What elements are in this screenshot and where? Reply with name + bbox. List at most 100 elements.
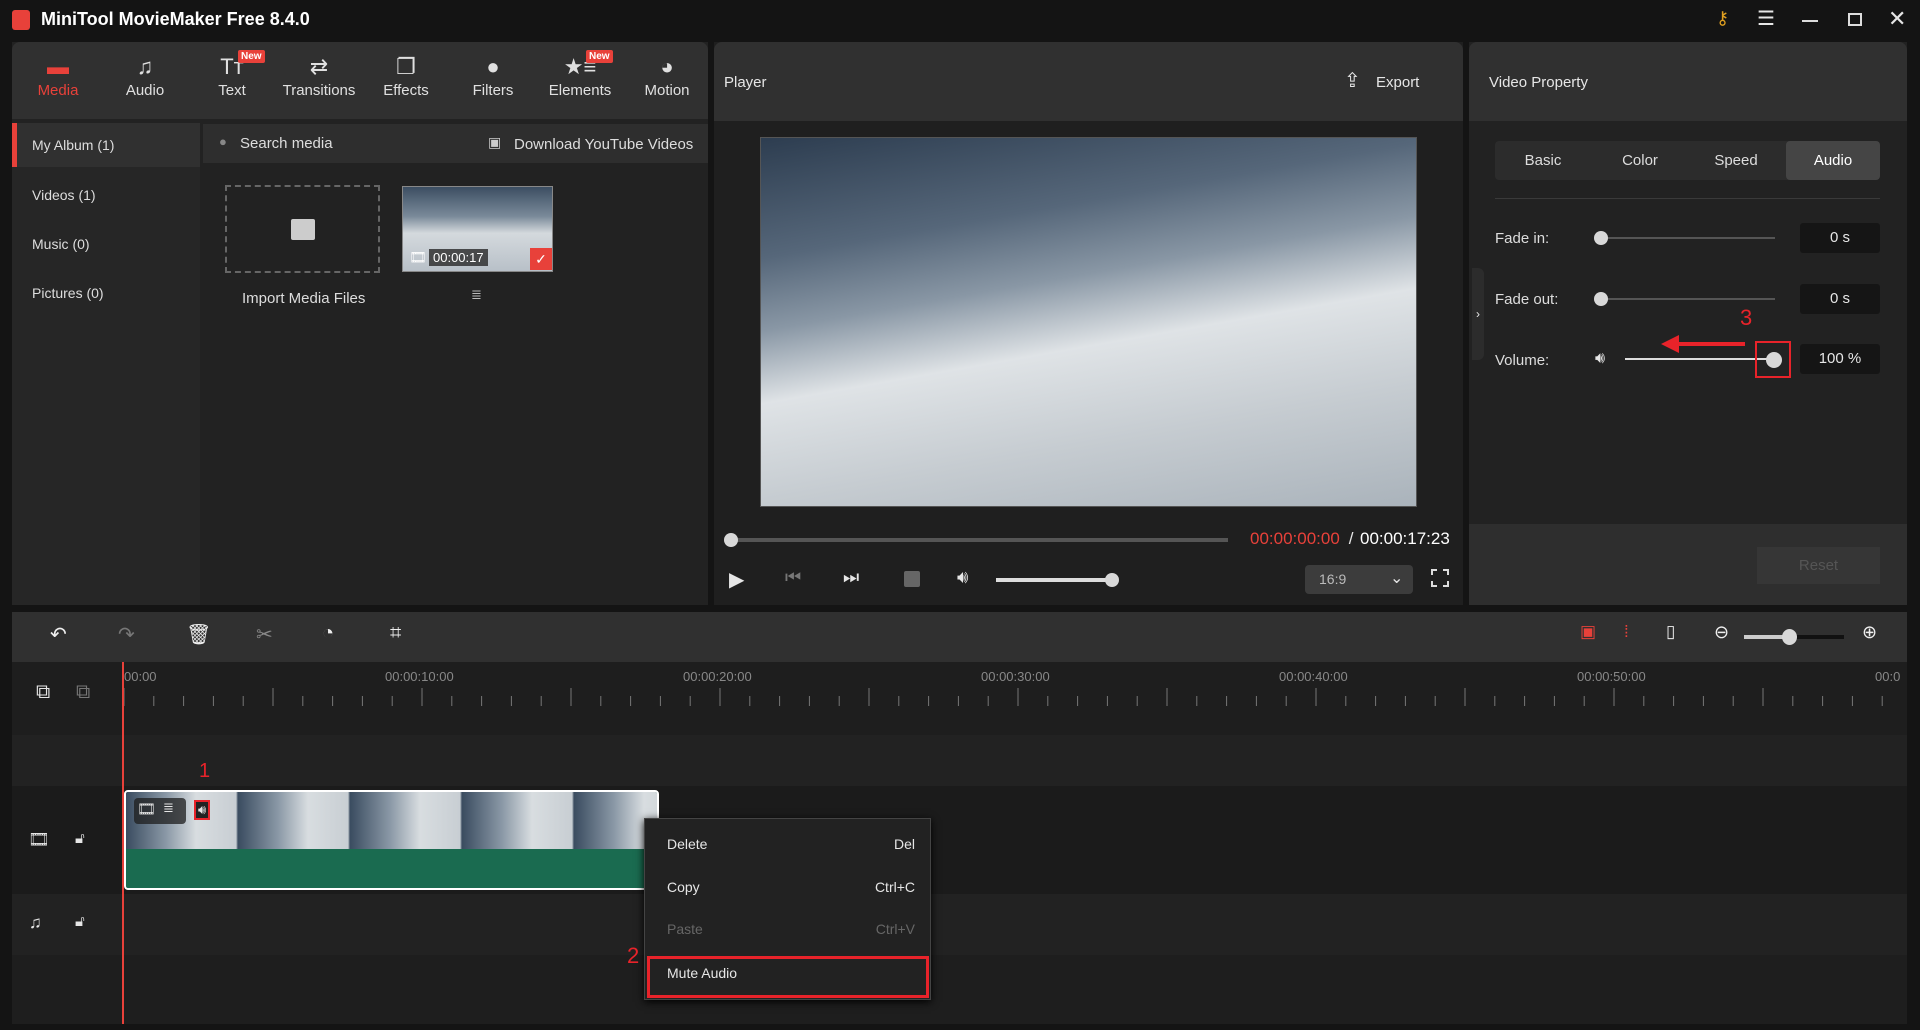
clip-film-icon: 🎞 (137, 801, 157, 818)
sidebar-item-music[interactable]: Music (0) (12, 222, 200, 266)
fade-out-knob[interactable] (1594, 292, 1608, 306)
undo-icon[interactable]: ↶ (50, 622, 67, 647)
volume-value[interactable]: 100 % (1800, 344, 1880, 374)
tab-label: Text (218, 82, 246, 99)
tab-effects[interactable]: ❐ Effects (366, 52, 446, 99)
next-frame-button[interactable]: ⏭ (843, 567, 859, 588)
tab-color[interactable]: Color (1592, 141, 1688, 180)
reset-button[interactable]: Reset (1757, 547, 1880, 584)
volume-label: Volume: (1495, 352, 1550, 369)
sidebar-item-pictures[interactable]: Pictures (0) (12, 271, 200, 315)
annotation-step-3: 3 (1740, 305, 1753, 330)
fade-out-value[interactable]: 0 s (1800, 284, 1880, 314)
app-logo-icon (12, 10, 30, 30)
timeline-zoom-knob[interactable] (1782, 629, 1797, 645)
menu-label: Delete (667, 836, 708, 852)
audio-track (12, 894, 1907, 955)
ruler-label: 00:0 (1875, 669, 1901, 684)
layers-icon: ❐ (396, 54, 416, 79)
youtube-download-icon[interactable]: ▣ (488, 134, 501, 151)
audio-track-lock-icon[interactable]: 🔓︎ (75, 913, 85, 930)
tab-media[interactable]: ▬ Media (18, 52, 98, 99)
snap-icon[interactable]: ▣ (1580, 622, 1596, 642)
redo-icon[interactable]: ↷ (118, 622, 135, 647)
stop-button[interactable] (904, 571, 920, 587)
split-marker-icon[interactable]: ⁞ (1624, 622, 1629, 642)
menu-item-copy[interactable]: Copy Ctrl+C (667, 879, 915, 895)
swap-arrows-icon: ⇄ (309, 54, 329, 79)
new-badge: New (586, 50, 613, 63)
tab-transitions[interactable]: ⇄ Transitions (279, 52, 359, 99)
add-track-icon[interactable]: ⧉ (36, 681, 50, 704)
video-track-lock-icon[interactable]: 🔓︎ (75, 830, 85, 847)
playback-progress-track[interactable] (730, 538, 1228, 542)
remove-track-icon[interactable]: ⧉ (76, 681, 90, 704)
crop-icon[interactable]: ⌗ (390, 622, 401, 645)
player-volume-knob[interactable] (1105, 573, 1119, 587)
volume-icon[interactable]: 🔊︎ (957, 567, 968, 588)
tab-elements[interactable]: ★≡ Elements New (540, 50, 620, 99)
tab-motion[interactable]: ◕ Motion (627, 52, 707, 99)
property-title: Video Property (1489, 74, 1588, 91)
fade-out-label: Fade out: (1495, 291, 1559, 308)
ruler-label: 00:00:40:00 (1279, 669, 1348, 684)
fullscreen-icon[interactable] (1431, 569, 1449, 587)
maximize-icon[interactable] (1848, 13, 1862, 26)
aspect-ratio-value: 16:9 (1319, 571, 1347, 587)
empty-track (12, 735, 1907, 786)
tab-speed[interactable]: Speed (1688, 141, 1784, 180)
menu-item-delete[interactable]: Delete Del (667, 836, 915, 852)
tab-text[interactable]: Tт Text New (192, 50, 272, 99)
tab-label: Effects (383, 82, 429, 99)
film-icon: 🎞 (409, 249, 427, 265)
export-icon[interactable]: ⇪ (1344, 68, 1361, 93)
delete-icon[interactable]: 🗑︎ (186, 622, 211, 647)
volume-slider[interactable] (1625, 358, 1774, 360)
video-track-icon: 🎞 (28, 830, 50, 849)
player-volume-track[interactable] (996, 578, 1112, 582)
clip-audio-icon[interactable]: 🔊︎ (194, 800, 211, 820)
split-scissors-icon[interactable]: ✂ (256, 622, 273, 647)
playback-progress-knob[interactable] (724, 533, 738, 547)
ruler-label: 00:00:20:00 (683, 669, 752, 684)
tab-audio[interactable]: Audio (1786, 141, 1880, 180)
zoom-out-icon[interactable]: ⊖ (1714, 622, 1729, 643)
playhead[interactable] (122, 662, 124, 1024)
annotation-arrow (1675, 342, 1745, 346)
player-header: Player ⇪ Export (714, 42, 1463, 121)
annotation-step-1: 1 (199, 760, 211, 782)
menu-icon[interactable]: ☰ (1757, 6, 1775, 31)
total-time: 00:00:17:23 (1360, 529, 1450, 548)
speed-icon[interactable]: ◔ (322, 622, 334, 645)
search-icon: ● (219, 134, 227, 149)
fade-in-slider[interactable] (1600, 237, 1775, 239)
menu-shortcut: Del (893, 836, 915, 852)
sidebar-item-my-album[interactable]: My Album (1) (12, 123, 200, 167)
fit-timeline-icon[interactable]: ▯ (1666, 622, 1675, 642)
collapse-panel-handle[interactable]: › (1472, 268, 1484, 360)
fade-in-value[interactable]: 0 s (1800, 223, 1880, 253)
minimize-icon[interactable] (1802, 20, 1818, 22)
previous-frame-button[interactable]: ⏮ (785, 567, 801, 588)
close-icon[interactable]: ✕ (1888, 6, 1906, 32)
download-youtube-link[interactable]: Download YouTube Videos (514, 136, 693, 153)
zoom-in-icon[interactable]: ⊕ (1862, 622, 1877, 643)
subtitle-icon[interactable]: ≣ (471, 287, 482, 303)
fade-in-knob[interactable] (1594, 231, 1608, 245)
key-icon[interactable]: ⚷ (1716, 8, 1729, 29)
search-input[interactable]: Search media (240, 135, 333, 152)
media-thumbnail[interactable]: 🎞 00:00:17 ✓ (402, 186, 553, 272)
tab-basic[interactable]: Basic (1495, 141, 1591, 180)
tab-audio[interactable]: ♫ Audio (105, 52, 185, 99)
sidebar-item-videos[interactable]: Videos (1) (12, 173, 200, 217)
volume-speaker-icon: 🔊︎ (1595, 350, 1606, 367)
tab-filters[interactable]: ● Filters (453, 52, 533, 99)
aspect-ratio-select[interactable]: 16:9 ⌄ (1305, 565, 1413, 594)
annotation-arrow-head (1661, 335, 1679, 353)
fade-out-slider[interactable] (1600, 298, 1775, 300)
fade-in-label: Fade in: (1495, 230, 1550, 247)
export-button[interactable]: Export (1376, 74, 1419, 91)
folder-icon: ▬ (47, 54, 69, 79)
play-button[interactable]: ▶ (729, 567, 744, 592)
video-clip[interactable]: 🎞 ≣ 🔊︎ (124, 790, 659, 890)
